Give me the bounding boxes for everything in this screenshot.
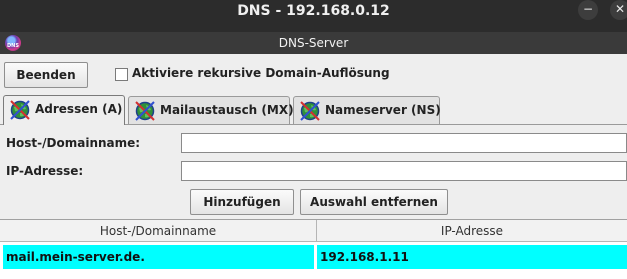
tab-nameserver[interactable]: Nameserver (NS) (293, 96, 441, 124)
app-titlebar: DNS DNS-Server (0, 32, 627, 54)
add-button[interactable]: Hinzufügen (190, 189, 294, 215)
globe-icon (300, 101, 320, 121)
minimize-button[interactable]: − (578, 0, 598, 20)
main-panel: Beenden Aktiviere rekursive Domain-Auflö… (0, 54, 627, 279)
globe-icon (10, 100, 30, 120)
table-cell-ip[interactable]: 192.168.1.11 (317, 245, 627, 269)
ip-input[interactable] (181, 161, 627, 181)
tab-label: Adressen (A) (35, 102, 123, 116)
app-title: DNS-Server (278, 36, 349, 50)
close-button[interactable]: ✕ (610, 0, 627, 20)
tab-mailaustausch[interactable]: Mailaustausch (MX) (128, 96, 294, 124)
host-input[interactable] (181, 133, 627, 153)
tab-adressen[interactable]: Adressen (A) (3, 95, 125, 125)
column-header-ip[interactable]: IP-Adresse (317, 220, 627, 242)
recursive-checkbox-label[interactable]: Aktiviere rekursive Domain-Auflösung (132, 66, 390, 80)
records-table[interactable]: Host-/Domainname IP-Adresse mail.mein-se… (0, 219, 627, 279)
host-label: Host-/Domainname: (6, 136, 141, 150)
table-cell-host[interactable]: mail.mein-server.de. (3, 245, 314, 269)
tab-label: Nameserver (NS) (325, 103, 441, 117)
window-title: DNS - 192.168.0.12 (237, 3, 390, 19)
quit-button[interactable]: Beenden (4, 62, 88, 88)
tab-label: Mailaustausch (MX) (160, 103, 294, 117)
window-titlebar: DNS - 192.168.0.12 − ✕ (0, 0, 627, 32)
ip-label: IP-Adresse: (6, 164, 84, 178)
recursive-checkbox[interactable] (115, 68, 128, 81)
column-header-host[interactable]: Host-/Domainname (0, 220, 317, 242)
globe-icon (135, 101, 155, 121)
remove-selection-button[interactable]: Auswahl entfernen (300, 189, 448, 215)
